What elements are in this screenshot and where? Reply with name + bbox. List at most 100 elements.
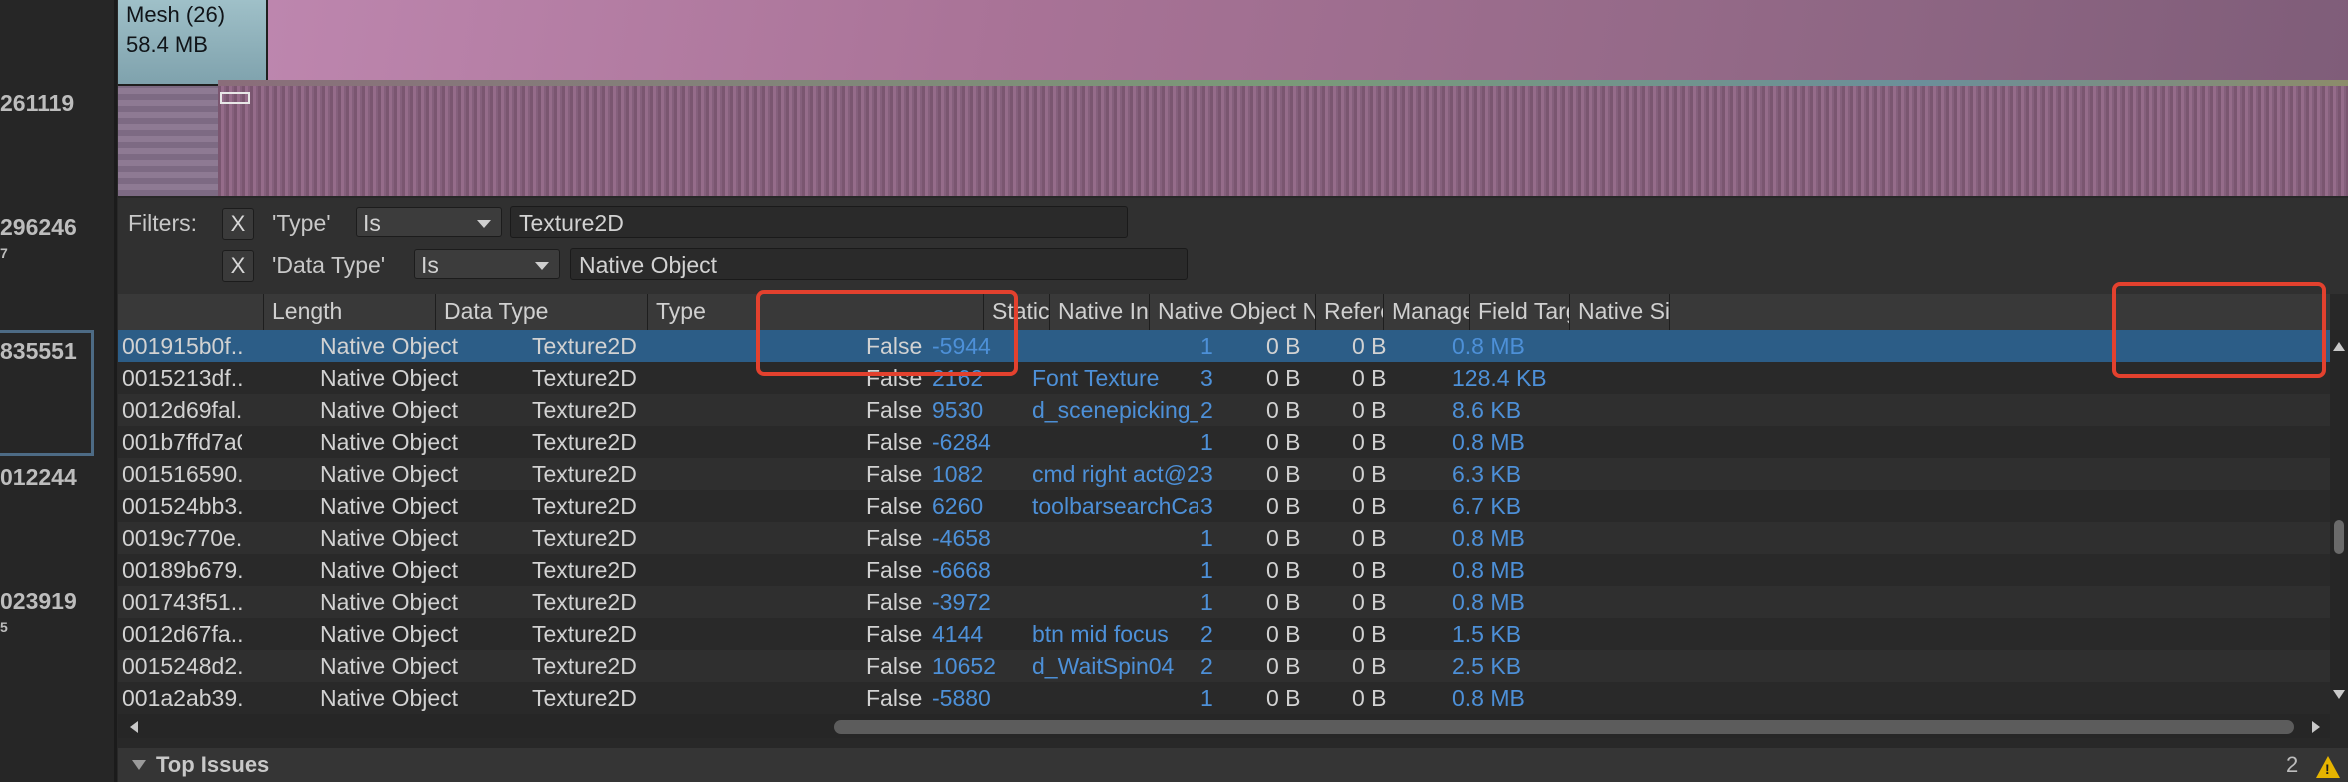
cell-static: False [866,621,923,647]
filter-value-input[interactable]: Texture2D [510,206,1128,238]
cell-name[interactable] [1032,426,1198,458]
cell-refs[interactable]: 1 [1200,554,1264,586]
cell-native-instance[interactable]: 4144 [932,618,1028,650]
cell-refs[interactable]: 1 [1200,426,1264,458]
cell-name[interactable]: d_scenepicking_notp... [1032,394,1198,426]
cell-refs[interactable]: 1 [1200,522,1264,554]
cell-name[interactable]: toolbarsearchCance... [1032,490,1198,522]
table-row[interactable]: 001743f51... Native Object Texture2D False -… [118,586,2330,618]
column-header[interactable]: Referer [1316,294,1384,330]
cell-name[interactable] [1032,522,1198,554]
cell-native-size[interactable]: 0.8 MB [1452,330,1562,362]
filter-operator-dropdown[interactable]: Is [414,249,560,279]
cell-native-instance[interactable]: -5880 [932,682,1028,714]
table-row[interactable]: 001b7ffd7a0 Native Object Texture2D False -6… [118,426,2330,458]
cell-native-size[interactable]: 0.8 MB [1452,426,1562,458]
table-row[interactable]: 00189b679... Native Object Texture2D False-… [118,554,2330,586]
cell-refs[interactable]: 3 [1200,490,1264,522]
cell-native-instance[interactable]: 1082 [932,458,1028,490]
cell-native-instance[interactable]: 6260 [932,490,1028,522]
remove-filter-button[interactable]: X [222,250,254,282]
cell-native-size[interactable]: 128.4 KB [1452,362,1562,394]
cell-native-size[interactable]: 0.8 MB [1452,522,1562,554]
column-header[interactable]: Length [264,294,436,330]
treemap-small-cells[interactable] [218,86,2348,196]
column-header[interactable]: Native Object Name [1150,294,1316,330]
snapshot-item[interactable]: 012244 [0,464,116,491]
cell-name[interactable]: Font Texture [1032,362,1198,394]
cell-native-instance[interactable]: -6284 [932,426,1028,458]
cell-refs[interactable]: 1 [1200,330,1264,362]
table-row[interactable]: 0015213df... Native Object Texture2D False 2… [118,362,2330,394]
column-header[interactable]: Managed [1384,294,1470,330]
table-row[interactable]: 001524bb3... Native Object Texture2D False 6… [118,490,2330,522]
column-header[interactable]: Native Size [1570,294,1670,330]
table-row[interactable]: 001a2ab39... Native Object Texture2D False-… [118,682,2330,714]
cell-name[interactable] [1032,554,1198,586]
scroll-right-icon[interactable] [2312,721,2320,733]
table-row[interactable]: 001516590... Native Object Texture2D False 1… [118,458,2330,490]
cell-field-target: 0 B [1352,653,1387,679]
column-header[interactable]: Data Type [436,294,648,330]
cell-refs[interactable]: 2 [1200,394,1264,426]
vertical-scrollbar[interactable] [2330,330,2348,700]
treemap-cell-mesh[interactable]: Mesh (26) 58.4 MB [118,0,266,84]
scroll-up-icon[interactable] [2333,342,2345,351]
scroll-down-icon[interactable] [2333,690,2345,699]
cell-native-instance[interactable]: 9530 [932,394,1028,426]
cell-native-instance[interactable]: 10652 [932,650,1028,682]
treemap-cell-strip[interactable] [118,86,218,196]
cell-name[interactable] [1032,330,1198,362]
cell-name[interactable] [1032,586,1198,618]
scrollbar-thumb[interactable] [834,720,2294,734]
filter-operator-dropdown[interactable]: Is [356,207,502,237]
cell-native-instance[interactable]: -3972 [932,586,1028,618]
snapshot-item[interactable]: 261119 [0,90,116,117]
snapshot-item[interactable]: 023919 5 [0,588,116,635]
scroll-left-icon[interactable] [130,721,138,733]
cell-refs[interactable]: 3 [1200,362,1264,394]
cell-refs[interactable]: 1 [1200,682,1264,714]
scrollbar-thumb[interactable] [2334,520,2344,554]
table-row[interactable]: 0015248d2... Native Object Texture2D False 1… [118,650,2330,682]
cell-native-size[interactable]: 1.5 KB [1452,618,1562,650]
treemap-cell-large[interactable] [268,0,2348,84]
top-issues-section[interactable]: Top Issues 2 ! [118,748,2348,782]
cell-native-size[interactable]: 6.3 KB [1452,458,1562,490]
cell-refs[interactable]: 3 [1200,458,1264,490]
column-header[interactable]: Native Insta [1050,294,1150,330]
table-row[interactable]: 0019c770e... Native Object Texture2D False -… [118,522,2330,554]
cell-native-size[interactable]: 0.8 MB [1452,554,1562,586]
cell-name[interactable]: cmd right act@2x [1032,458,1198,490]
filter-value-input[interactable]: Native Object [570,248,1188,280]
cell-native-instance[interactable]: -4658 [932,522,1028,554]
cell-refs[interactable]: 1 [1200,586,1264,618]
column-header[interactable] [118,294,264,330]
cell-name[interactable] [1032,682,1198,714]
cell-field-target: 0 B [1352,365,1387,391]
cell-name[interactable]: btn mid focus [1032,618,1198,650]
cell-native-size[interactable]: 8.6 KB [1452,394,1562,426]
cell-native-size[interactable]: 2.5 KB [1452,650,1562,682]
cell-native-instance[interactable]: -6668 [932,554,1028,586]
cell-refs[interactable]: 2 [1200,618,1264,650]
column-header[interactable]: Field Target [1470,294,1570,330]
cell-refs[interactable]: 2 [1200,650,1264,682]
collapse-arrow-icon[interactable] [132,760,146,770]
snapshot-item[interactable]: 296246 7 [0,214,116,261]
memory-treemap[interactable]: Mesh (26) 58.4 MB [118,0,2348,196]
table-row-selected[interactable]: 001915b0f... Native Object Texture2D False -… [118,330,2330,362]
horizontal-scrollbar[interactable] [118,716,2330,738]
table-row[interactable]: 0012d69fal... Native Object Texture2D False… [118,394,2330,426]
remove-filter-button[interactable]: X [222,208,254,240]
cell-field-target: 0 B [1352,429,1387,455]
cell-native-size[interactable]: 0.8 MB [1452,586,1562,618]
cell-native-size[interactable]: 6.7 KB [1452,490,1562,522]
cell-native-size[interactable]: 0.8 MB [1452,682,1562,714]
snapshot-item-selected[interactable]: 835551 [0,338,116,365]
panel-splitter[interactable] [114,0,117,782]
table-row[interactable]: 0012d67fa... Native Object Texture2D False 4… [118,618,2330,650]
cell-field-target: 0 B [1352,461,1387,487]
chevron-down-icon [535,262,549,270]
cell-name[interactable]: d_WaitSpin04 [1032,650,1198,682]
